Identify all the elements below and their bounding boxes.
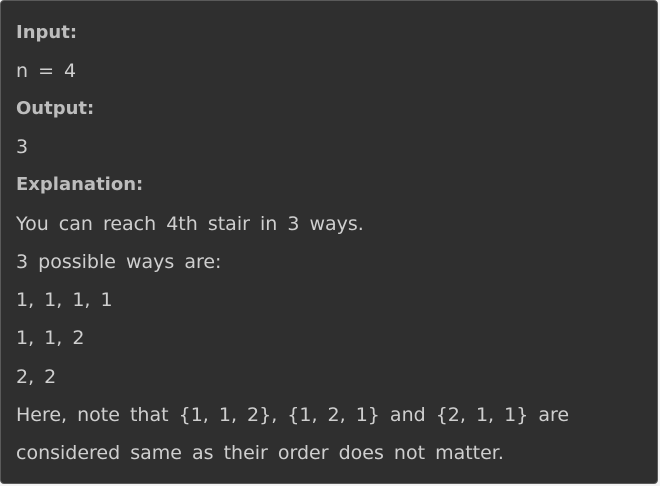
explanation-line: considered same as their order does not … (16, 442, 504, 464)
output-label: Output: (16, 98, 95, 119)
explanation-line: 2, 2 (16, 366, 57, 388)
output-value: 3 (16, 136, 29, 158)
explanation-line: 1, 1, 2 (16, 327, 85, 349)
example-panel: Input: n = 4 Output: 3 Explanation: You … (0, 0, 658, 484)
explanation-line: 3 possible ways are: (16, 251, 222, 273)
explanation-line: Here, note that {1, 1, 2}, {1, 2, 1} and… (16, 404, 570, 426)
explanation-line: 1, 1, 1, 1 (16, 289, 113, 311)
explanation-line: You can reach 4th stair in 3 ways. (16, 213, 364, 235)
explanation-label: Explanation: (16, 174, 144, 195)
input-label: Input: (16, 22, 78, 43)
input-value: n = 4 (16, 60, 77, 82)
